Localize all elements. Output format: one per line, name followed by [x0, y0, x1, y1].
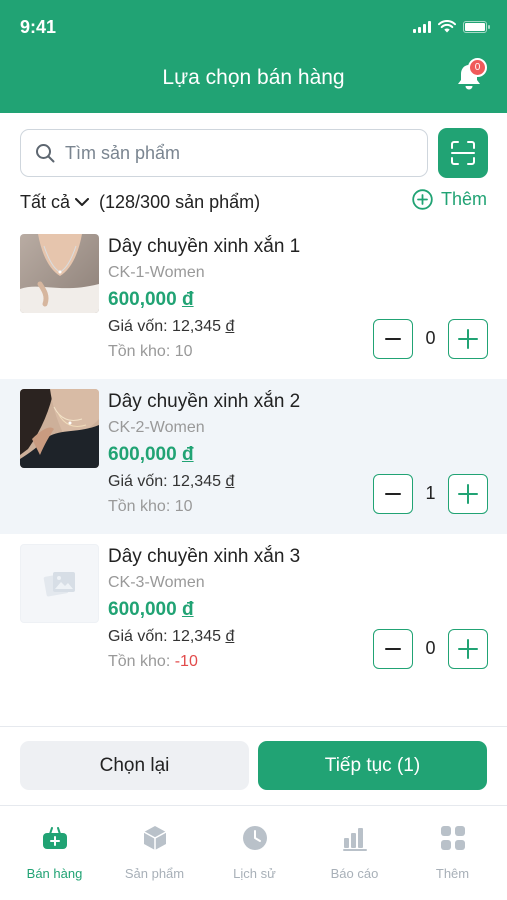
nav-label: Bán hàng	[26, 866, 83, 881]
product-stock: Tồn kho: 10	[108, 498, 193, 515]
product-stock: Tồn kho: 10	[108, 343, 193, 360]
product-image	[20, 234, 99, 313]
quantity-stepper: 1	[373, 474, 488, 514]
shopping-basket-icon	[41, 824, 69, 852]
box-icon	[141, 824, 169, 852]
category-filter-dropdown[interactable]: Tất cả	[20, 191, 90, 213]
product-image	[20, 389, 99, 468]
product-price: 600,000 đ	[108, 444, 194, 465]
status-time: 9:41	[20, 17, 57, 37]
minus-icon	[385, 493, 401, 495]
grid-icon	[439, 824, 467, 852]
category-filter-label: Tất cả	[20, 191, 71, 212]
scan-icon	[451, 141, 475, 165]
product-price: 600,000 đ	[108, 289, 194, 310]
search-box[interactable]	[20, 129, 428, 177]
continue-button[interactable]: Tiếp tục (1)	[258, 741, 487, 790]
reset-selection-button[interactable]: Chọn lại	[20, 741, 249, 790]
quantity-value[interactable]: 1	[413, 483, 448, 504]
product-cost: Giá vốn: 12,345 đ	[108, 628, 235, 645]
product-image-placeholder	[20, 544, 99, 623]
clock-icon	[241, 824, 269, 852]
add-product-button[interactable]: Thêm	[412, 189, 487, 210]
quantity-value[interactable]: 0	[413, 638, 448, 659]
plus-circle-icon	[412, 189, 433, 210]
app-header: 9:41 Lựa chọn bán hàng 0	[0, 0, 507, 113]
product-sku: CK-1-Women	[108, 264, 205, 281]
scan-barcode-button[interactable]	[438, 128, 488, 178]
battery-icon	[463, 20, 490, 33]
signal-icon	[413, 20, 431, 33]
nav-item-lich-su[interactable]: Lịch sử	[204, 824, 305, 881]
increase-quantity-button[interactable]	[448, 319, 488, 359]
filter-row: Tất cả (128/300 sản phẩm) Thêm	[20, 189, 487, 215]
page-title: Lựa chọn bán hàng	[162, 66, 345, 89]
product-cost: Giá vốn: 12,345 đ	[108, 318, 235, 335]
product-stock: Tồn kho: -10	[108, 653, 198, 670]
product-price: 600,000 đ	[108, 599, 194, 620]
nav-label: Sản phẩm	[124, 866, 185, 881]
plus-icon	[458, 329, 478, 349]
minus-icon	[385, 648, 401, 650]
nav-item-bao-cao[interactable]: Báo cáo	[304, 824, 405, 881]
nav-label: Lịch sử	[233, 866, 276, 881]
product-count: (128/300 sản phẩm)	[99, 191, 261, 212]
wifi-icon	[438, 20, 456, 33]
decrease-quantity-button[interactable]	[373, 474, 413, 514]
product-sku: CK-2-Women	[108, 419, 205, 436]
nav-item-san-pham[interactable]: Sản phẩm	[104, 824, 205, 881]
status-icons	[413, 20, 490, 33]
quantity-value[interactable]: 0	[413, 328, 448, 349]
bottom-navigation: Bán hàng Sản phẩm Lịch sử Báo cáo Thêm	[0, 806, 507, 900]
product-cost: Giá vốn: 12,345 đ	[108, 473, 235, 490]
nav-label: Thêm	[435, 866, 470, 881]
image-placeholder-icon	[43, 571, 75, 596]
decrease-quantity-button[interactable]	[373, 319, 413, 359]
nav-item-ban-hang[interactable]: Bán hàng	[4, 824, 105, 881]
product-name: Dây chuyền xinh xắn 1	[108, 236, 301, 257]
product-name: Dây chuyền xinh xắn 2	[108, 391, 301, 412]
product-item[interactable]: Dây chuyền xinh xắn 1 CK-1-Women 600,000…	[0, 224, 507, 379]
product-name: Dây chuyền xinh xắn 3	[108, 546, 301, 567]
product-item[interactable]: Dây chuyền xinh xắn 2 CK-2-Women 600,000…	[0, 379, 507, 534]
search-icon	[36, 144, 55, 163]
negative-stock-value: -10	[174, 653, 198, 670]
bar-chart-icon	[341, 824, 369, 852]
quantity-stepper: 0	[373, 319, 488, 359]
minus-icon	[385, 338, 401, 340]
product-sku: CK-3-Women	[108, 574, 205, 591]
plus-icon	[458, 639, 478, 659]
product-item[interactable]: Dây chuyền xinh xắn 3 CK-3-Women 600,000…	[0, 534, 507, 689]
increase-quantity-button[interactable]	[448, 629, 488, 669]
quantity-stepper: 0	[373, 629, 488, 669]
increase-quantity-button[interactable]	[448, 474, 488, 514]
add-product-label: Thêm	[440, 189, 487, 209]
notification-badge: 0	[468, 58, 487, 77]
search-input[interactable]	[65, 142, 395, 164]
divider	[0, 726, 507, 727]
nav-label: Báo cáo	[330, 866, 379, 881]
chevron-down-icon	[75, 197, 90, 206]
plus-icon	[458, 484, 478, 504]
decrease-quantity-button[interactable]	[373, 629, 413, 669]
nav-item-them[interactable]: Thêm	[402, 824, 503, 881]
